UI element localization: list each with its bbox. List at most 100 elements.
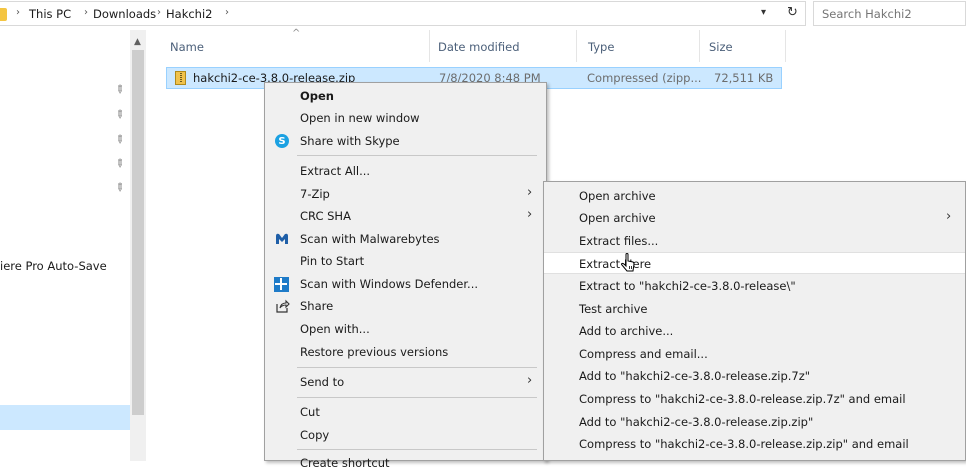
menu-item-label: Share with Skype xyxy=(300,134,400,148)
submenu-item-compress-zip-email[interactable]: Compress to "hakchi2-ce-3.8.0-release.zi… xyxy=(544,433,965,455)
column-size-label: Size xyxy=(709,40,733,54)
breadcrumb-hakchi2[interactable]: Hakchi2 xyxy=(166,7,212,21)
chevron-right-icon: › xyxy=(527,207,533,222)
pin-icon[interactable]: ✎ xyxy=(112,107,128,123)
nav-item-selected[interactable] xyxy=(0,405,130,430)
breadcrumb-this-pc[interactable]: This PC xyxy=(29,7,71,21)
menu-item-share-skype[interactable]: S Share with Skype xyxy=(265,130,546,152)
menu-item-label: Compress to "hakchi2-ce-3.8.0-release.zi… xyxy=(579,437,909,451)
search-box[interactable] xyxy=(813,1,966,26)
address-bar[interactable]: › This PC › Downloads › Hakchi2 › ▾ ↻ xyxy=(0,1,806,26)
menu-item-label: CRC SHA xyxy=(300,209,351,223)
menu-item-7zip[interactable]: 7-Zip › xyxy=(265,183,546,205)
menu-item-label: Open archive xyxy=(579,211,656,225)
submenu-item-extract-here[interactable]: Extract Here xyxy=(544,252,965,274)
menu-item-create-shortcut[interactable]: Create shortcut xyxy=(265,452,546,474)
submenu-item-add-7z[interactable]: Add to "hakchi2-ce-3.8.0-release.zip.7z" xyxy=(544,365,965,387)
submenu-item-test-archive[interactable]: Test archive xyxy=(544,298,965,320)
menu-item-open-new-window[interactable]: Open in new window xyxy=(265,107,546,129)
menu-item-label: Add to "hakchi2-ce-3.8.0-release.zip.7z" xyxy=(579,369,811,383)
submenu-item-extract-to-folder[interactable]: Extract to "hakchi2-ce-3.8.0-release\" xyxy=(544,275,965,297)
submenu-item-add-to-archive[interactable]: Add to archive... xyxy=(544,320,965,342)
windows-defender-icon xyxy=(274,277,289,292)
menu-item-label: Copy xyxy=(300,428,330,442)
breadcrumb-downloads[interactable]: Downloads xyxy=(93,7,156,21)
share-icon xyxy=(276,299,290,313)
menu-separator xyxy=(297,397,537,398)
menu-item-label: Send to xyxy=(300,375,345,389)
nav-scrollbar[interactable]: ▲ xyxy=(130,30,146,461)
mouse-pointer-icon xyxy=(621,253,635,272)
menu-item-label: Scan with Malwarebytes xyxy=(300,232,440,246)
chevron-right-icon[interactable]: › xyxy=(157,7,161,18)
file-type: Compressed (zipp... xyxy=(587,71,702,85)
menu-item-label: Pin to Start xyxy=(300,254,365,268)
menu-item-extract-all[interactable]: Extract All... xyxy=(265,160,546,182)
pin-icon[interactable]: ✎ xyxy=(112,156,128,172)
address-bar-region: › This PC › Downloads › Hakchi2 › ▾ ↻ xyxy=(0,0,966,30)
menu-item-label: 7-Zip xyxy=(300,187,330,201)
menu-item-label: Open xyxy=(300,89,334,103)
navigation-pane: ✎ ✎ ✎ ✎ ✎ iere Pro Auto-Save ▲ xyxy=(0,30,146,461)
menu-item-cut[interactable]: Cut xyxy=(265,401,546,423)
menu-item-open-with[interactable]: Open with... xyxy=(265,318,546,340)
menu-item-open[interactable]: Open xyxy=(265,85,546,107)
chevron-right-icon: › xyxy=(527,185,533,200)
menu-item-label: Create shortcut xyxy=(300,456,390,470)
menu-separator xyxy=(297,449,537,450)
chevron-right-icon[interactable]: › xyxy=(225,7,229,18)
nav-item-premiere-autosave[interactable]: iere Pro Auto-Save xyxy=(0,259,107,273)
column-name-label: Name xyxy=(170,40,204,54)
menu-item-label: Add to archive... xyxy=(579,324,674,338)
submenu-item-compress-email[interactable]: Compress and email... xyxy=(544,343,965,365)
column-header-name[interactable]: Name xyxy=(158,30,430,62)
column-header-date[interactable]: Date modified xyxy=(430,30,577,62)
menu-item-pin-to-start[interactable]: Pin to Start xyxy=(265,250,546,272)
menu-separator xyxy=(297,367,537,368)
menu-item-send-to[interactable]: Send to › xyxy=(265,371,546,393)
chevron-down-icon[interactable]: ▾ xyxy=(761,7,766,18)
submenu-item-add-zip[interactable]: Add to "hakchi2-ce-3.8.0-release.zip.zip… xyxy=(544,411,965,433)
menu-item-label: Extract All... xyxy=(300,164,371,178)
menu-item-restore-versions[interactable]: Restore previous versions xyxy=(265,341,546,363)
submenu-7zip: Open archive Open archive › Extract file… xyxy=(543,181,966,461)
refresh-icon[interactable]: ↻ xyxy=(787,5,798,20)
chevron-right-icon: › xyxy=(527,373,533,388)
submenu-item-extract-files[interactable]: Extract files... xyxy=(544,230,965,252)
menu-item-crc-sha[interactable]: CRC SHA › xyxy=(265,205,546,227)
column-headers: ^ Name Date modified Type Size xyxy=(158,28,966,62)
pin-icon[interactable]: ✎ xyxy=(112,82,128,98)
scrollbar-thumb[interactable] xyxy=(132,50,144,415)
menu-item-label: Test archive xyxy=(579,302,648,316)
menu-item-scan-defender[interactable]: Scan with Windows Defender... xyxy=(265,273,546,295)
submenu-item-open-archive-sub[interactable]: Open archive › xyxy=(544,207,965,229)
submenu-item-open-archive[interactable]: Open archive xyxy=(544,185,965,207)
column-type-label: Type xyxy=(588,40,615,54)
folder-icon xyxy=(0,8,7,21)
pin-icon[interactable]: ✎ xyxy=(112,132,128,148)
chevron-right-icon[interactable]: › xyxy=(84,7,88,18)
menu-item-label: Compress and email... xyxy=(579,347,708,361)
menu-item-label: Restore previous versions xyxy=(300,345,449,359)
scroll-up-arrow-icon[interactable]: ▲ xyxy=(134,37,141,47)
search-input[interactable] xyxy=(822,3,962,24)
menu-item-label: Extract to "hakchi2-ce-3.8.0-release\" xyxy=(579,279,796,293)
menu-item-label: Add to "hakchi2-ce-3.8.0-release.zip.zip… xyxy=(579,415,814,429)
file-size: 72,511 KB xyxy=(714,71,774,85)
submenu-item-compress-7z-email[interactable]: Compress to "hakchi2-ce-3.8.0-release.zi… xyxy=(544,388,965,410)
column-date-label: Date modified xyxy=(438,40,520,54)
chevron-right-icon[interactable]: › xyxy=(16,7,20,18)
zip-file-icon xyxy=(175,71,186,85)
menu-item-label: Open in new window xyxy=(300,111,420,125)
menu-item-scan-malwarebytes[interactable]: Scan with Malwarebytes xyxy=(265,228,546,250)
menu-item-copy[interactable]: Copy xyxy=(265,424,546,446)
column-header-size[interactable]: Size xyxy=(700,30,786,62)
column-header-type[interactable]: Type xyxy=(577,30,700,62)
pin-icon[interactable]: ✎ xyxy=(112,180,128,196)
menu-item-label: Cut xyxy=(300,405,320,419)
menu-item-label: Extract Here xyxy=(579,257,652,271)
menu-item-share[interactable]: Share xyxy=(265,295,546,317)
menu-item-label: Compress to "hakchi2-ce-3.8.0-release.zi… xyxy=(579,392,906,406)
skype-icon: S xyxy=(275,134,289,148)
menu-item-label: Open archive xyxy=(579,189,656,203)
